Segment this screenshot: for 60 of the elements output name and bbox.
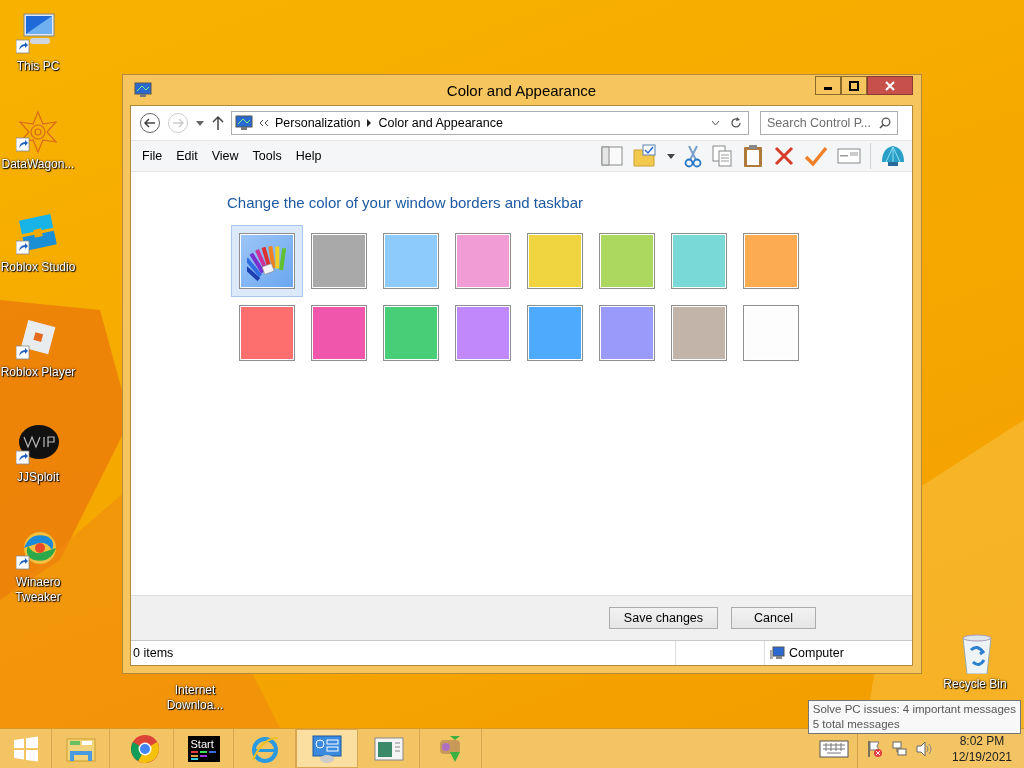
keyboard-icon[interactable]	[819, 739, 849, 758]
save-button[interactable]: Save changes	[608, 607, 719, 629]
computer-icon	[769, 646, 785, 660]
copy-icon[interactable]	[711, 144, 733, 168]
close-button[interactable]	[867, 76, 913, 95]
layout-icon[interactable]	[601, 145, 623, 167]
breadcrumb[interactable]: Color and Appearance	[378, 116, 503, 130]
dropdown-icon[interactable]	[195, 118, 205, 128]
up-arrow-icon[interactable]	[211, 115, 225, 131]
taskbar-button[interactable]: Start	[174, 729, 234, 768]
control-panel-icon	[235, 115, 253, 131]
star-icon[interactable]	[16, 110, 60, 154]
back-button[interactable]	[139, 112, 161, 134]
bars-drawing	[190, 749, 217, 760]
refresh-icon[interactable]	[730, 117, 742, 129]
caret-icon[interactable]	[667, 152, 675, 160]
status-zone: Computer	[789, 646, 844, 660]
tooltip: Solve PC issues: 4 important messages 5 total messages	[807, 700, 1021, 734]
menu-item[interactable]: Edit	[169, 149, 205, 163]
menu-item[interactable]: Help	[288, 149, 329, 163]
dark-circle-icon[interactable]	[16, 423, 60, 467]
maximize-button[interactable]	[841, 76, 867, 95]
address-bar[interactable]: Personalization Color and Appearance	[231, 111, 749, 135]
breadcrumb[interactable]: Personalization	[275, 116, 361, 130]
flag-error-icon[interactable]	[866, 739, 884, 758]
search-field[interactable]: Search Control P...	[760, 111, 898, 135]
minimize-button[interactable]	[815, 76, 841, 95]
search-icon	[879, 117, 891, 129]
folder-check-icon[interactable]	[632, 144, 658, 168]
windows-logo-icon	[12, 735, 39, 762]
document-window-icon	[373, 735, 404, 762]
menu-item[interactable]: Tools	[245, 149, 289, 163]
menu-item[interactable]: File	[135, 149, 170, 163]
window-icon[interactable]	[837, 146, 861, 166]
tilted-squares-icon[interactable]	[16, 213, 60, 257]
window-title: Color and Appearance	[445, 82, 598, 99]
clock[interactable]: 8:02 PM 12/19/2021	[948, 732, 1016, 765]
delete-icon[interactable]	[773, 145, 795, 167]
double-chevron-icon[interactable]	[259, 119, 269, 127]
chevron-right-icon[interactable]	[366, 119, 373, 127]
section-heading: Change the color of your window borders and taskbar	[227, 194, 585, 211]
minimize-icon	[824, 86, 832, 90]
close-icon	[885, 80, 895, 91]
chrome-icon	[129, 733, 160, 764]
scissors-icon[interactable]	[684, 144, 702, 168]
chevron-down-icon[interactable]	[711, 120, 720, 126]
shell-icon[interactable]	[880, 144, 906, 168]
speaker-icon[interactable]	[916, 740, 934, 757]
taskbar-button[interactable]	[296, 729, 358, 768]
network-icon[interactable]	[892, 740, 908, 757]
clipboard-icon[interactable]	[742, 144, 764, 168]
tile-label: Start	[190, 737, 215, 750]
status-text: 0 items	[132, 646, 175, 660]
color-option[interactable]	[231, 225, 303, 297]
maximize-icon	[849, 80, 859, 91]
menu-item[interactable]: View	[204, 149, 246, 163]
checkmark-icon[interactable]	[804, 145, 828, 167]
control-panel-icon	[311, 733, 343, 764]
cancel-button[interactable]: Cancel	[731, 607, 816, 629]
control-panel-icon	[134, 82, 152, 98]
